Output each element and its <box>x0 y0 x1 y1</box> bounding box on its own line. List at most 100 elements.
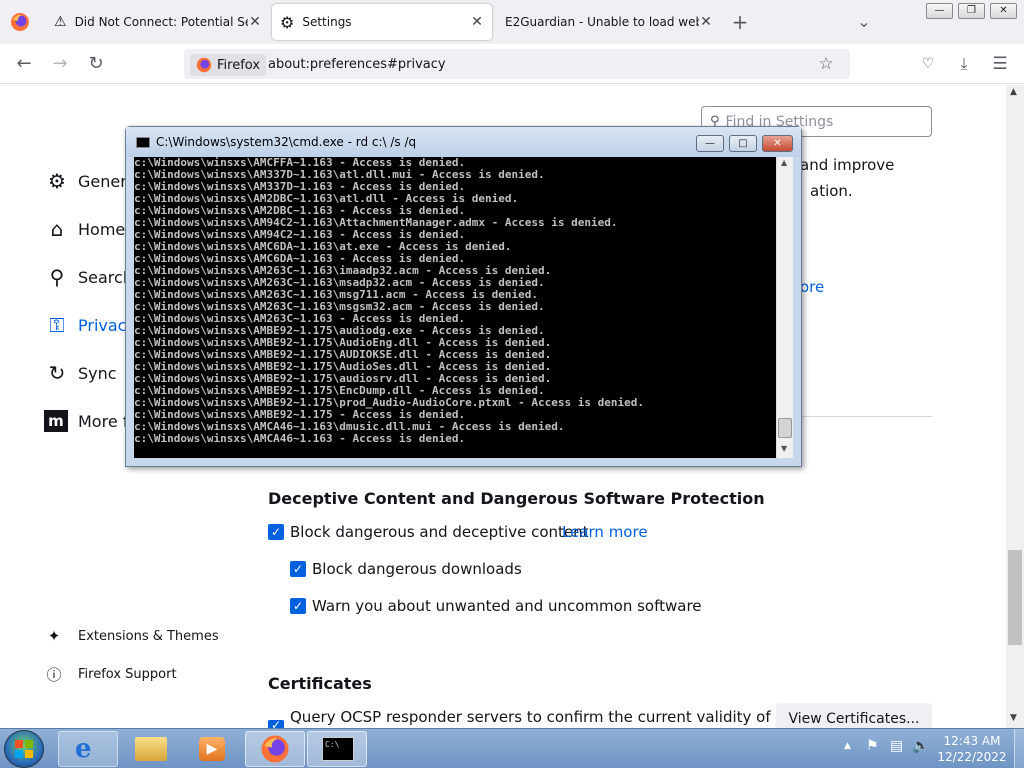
block-downloads-label: Block dangerous downloads <box>312 560 522 578</box>
clock-time: 12:43 AM <box>943 734 1001 748</box>
tab-e2guardian[interactable]: E2Guardian - Unable to load website ✕ <box>496 0 714 44</box>
cmd-title-bar[interactable]: C:\Windows\system32\cmd.exe - rd c:\ /s … <box>126 127 801 157</box>
network-icon[interactable]: ▤ <box>890 738 903 754</box>
warn-unwanted-checkbox[interactable]: ✓ <box>290 598 306 614</box>
learn-more-link[interactable]: Learn more <box>562 523 648 541</box>
search-icon: ⚲ <box>49 265 65 289</box>
cmd-window[interactable]: C:\Windows\system32\cmd.exe - rd c:\ /s … <box>125 126 802 467</box>
scroll-down-arrow[interactable]: ▼ <box>781 444 787 453</box>
close-icon[interactable]: ✕ <box>470 14 484 30</box>
minimize-button[interactable]: — <box>926 3 953 19</box>
deceptive-heading: Deceptive Content and Dangerous Software… <box>268 489 765 508</box>
windows-logo-icon <box>15 740 33 758</box>
console-icon: C:\ <box>322 737 354 761</box>
sidebar-firefox-support[interactable]: ⓘ Firefox Support <box>44 664 177 684</box>
ocsp-checkbox[interactable]: ✓ <box>268 720 284 728</box>
view-certificates-button[interactable]: View Certificates... <box>776 703 932 728</box>
puzzle-icon: ✦ <box>47 627 61 645</box>
block-deceptive-label: Block dangerous and deceptive content <box>290 523 589 541</box>
tab-title: Settings <box>302 15 352 29</box>
partial-text: and improve <box>800 156 895 174</box>
cmd-maximize-button[interactable]: □ <box>729 135 757 152</box>
warning-icon: ⚠ <box>54 14 67 30</box>
console-line: c:\Windows\winsxs\AMCA46~1.163 - Access … <box>134 432 466 445</box>
firefox-logo-icon <box>261 735 289 763</box>
tab-title: E2Guardian - Unable to load website <box>505 15 699 29</box>
identity-label: Firefox <box>217 57 261 73</box>
block-deceptive-checkbox[interactable]: ✓ <box>268 524 284 540</box>
plus-icon[interactable]: + <box>728 10 752 34</box>
warn-unwanted-label: Warn you about unwanted and uncommon sof… <box>312 597 702 615</box>
folder-icon <box>135 737 167 761</box>
hamburger-menu-icon[interactable]: ☰ <box>988 52 1012 76</box>
url-text[interactable]: about:preferences#privacy <box>268 57 446 72</box>
view-certificates-label: View Certificates... <box>788 711 920 727</box>
tab-did-not-connect[interactable]: ⚠ Did Not Connect: Potential Security Is… <box>44 0 270 44</box>
sidebar-extensions-themes[interactable]: ✦ Extensions & Themes <box>44 626 219 646</box>
sidebar-item-home[interactable]: ⌂ Home <box>44 216 126 242</box>
reload-icon[interactable]: ↻ <box>84 52 108 76</box>
divider <box>800 416 932 417</box>
scrollbar-thumb[interactable] <box>778 418 792 438</box>
internet-explorer-icon: e <box>75 734 92 764</box>
firefox-logo-icon <box>11 13 29 31</box>
show-hidden-icons-icon[interactable]: ▲ <box>844 741 851 751</box>
partial-link[interactable]: ore <box>800 278 824 296</box>
cmd-scrollbar[interactable]: ▲ ▼ <box>776 157 793 458</box>
help-icon: ⓘ <box>46 665 62 684</box>
gear-icon: ⚙ <box>280 12 295 32</box>
sidebar-item-label: Firefox Support <box>78 666 177 682</box>
cmd-close-button[interactable]: ✕ <box>762 135 793 152</box>
taskbar-ie[interactable]: e <box>58 731 118 767</box>
star-icon[interactable]: ☆ <box>814 52 838 76</box>
taskbar-cmd[interactable]: C:\ <box>307 731 367 767</box>
console-icon <box>136 137 150 148</box>
sidebar-item-label: Sync <box>78 363 117 383</box>
firefox-view-button[interactable] <box>8 10 32 34</box>
tab-settings[interactable]: ⚙ Settings ✕ <box>272 4 492 40</box>
scrollbar-thumb[interactable] <box>1008 550 1022 645</box>
clock-date: 12/22/2022 <box>937 750 1007 764</box>
ocsp-label: Query OCSP responder servers to confirm … <box>290 708 771 726</box>
media-player-icon: ▶ <box>199 737 225 761</box>
scroll-up-arrow[interactable]: ▲ <box>1010 87 1017 97</box>
download-icon[interactable]: ⤓ <box>952 52 976 76</box>
home-icon: ⌂ <box>50 217 64 241</box>
chevron-down-icon[interactable]: ⌄ <box>852 10 876 34</box>
taskbar-firefox[interactable] <box>245 731 305 767</box>
taskbar-media-player[interactable]: ▶ <box>183 731 243 767</box>
close-icon[interactable]: ✕ <box>248 14 262 30</box>
taskbar-explorer[interactable] <box>121 731 181 767</box>
tab-title: Did Not Connect: Potential Security Issu… <box>74 15 248 29</box>
gear-icon: ⚙ <box>48 169 66 193</box>
sidebar-item-search[interactable]: ⚲ Search <box>44 264 133 290</box>
taskbar-clock[interactable]: 12:43 AM 12/22/2022 <box>936 733 1008 765</box>
cmd-title-text: C:\Windows\system32\cmd.exe - rd c:\ /s … <box>156 135 417 149</box>
lock-icon: ⚿ <box>49 313 65 337</box>
taskbar: e ▶ C:\ ▲ ⚑ ▤ 🔈 <box>0 728 1024 768</box>
partial-text: ation. <box>810 182 853 200</box>
firefox-logo-icon <box>196 57 212 73</box>
pocket-icon[interactable]: ♡ <box>916 52 940 76</box>
sidebar-item-label: Home <box>78 219 126 239</box>
back-arrow-icon[interactable]: ← <box>12 52 36 76</box>
scroll-up-arrow[interactable]: ▲ <box>781 158 787 167</box>
sync-icon: ↻ <box>48 361 66 385</box>
start-button[interactable] <box>4 730 44 768</box>
cmd-minimize-button[interactable]: — <box>696 135 724 152</box>
show-desktop-button[interactable] <box>1014 729 1024 768</box>
mozilla-icon: m <box>44 410 68 432</box>
console-lines: c:\Windows\winsxs\AMCFFA~1.163 - Access … <box>134 157 776 445</box>
sidebar-item-sync[interactable]: ↻ Sync <box>44 360 117 386</box>
action-center-flag-icon[interactable]: ⚑ <box>866 738 879 754</box>
forward-arrow-icon[interactable]: → <box>48 52 72 76</box>
restore-button[interactable]: ❐ <box>958 3 985 19</box>
window-close-button[interactable]: ✕ <box>990 3 1017 19</box>
identity-box[interactable]: Firefox <box>190 54 267 76</box>
cmd-console-output[interactable]: c:\Windows\winsxs\AMCFFA~1.163 - Access … <box>134 157 776 458</box>
close-icon[interactable]: ✕ <box>699 14 713 30</box>
certificates-heading: Certificates <box>268 674 372 693</box>
volume-muted-icon[interactable]: 🔈 <box>912 738 929 754</box>
block-downloads-checkbox[interactable]: ✓ <box>290 561 306 577</box>
scroll-down-arrow[interactable]: ▼ <box>1010 713 1017 723</box>
